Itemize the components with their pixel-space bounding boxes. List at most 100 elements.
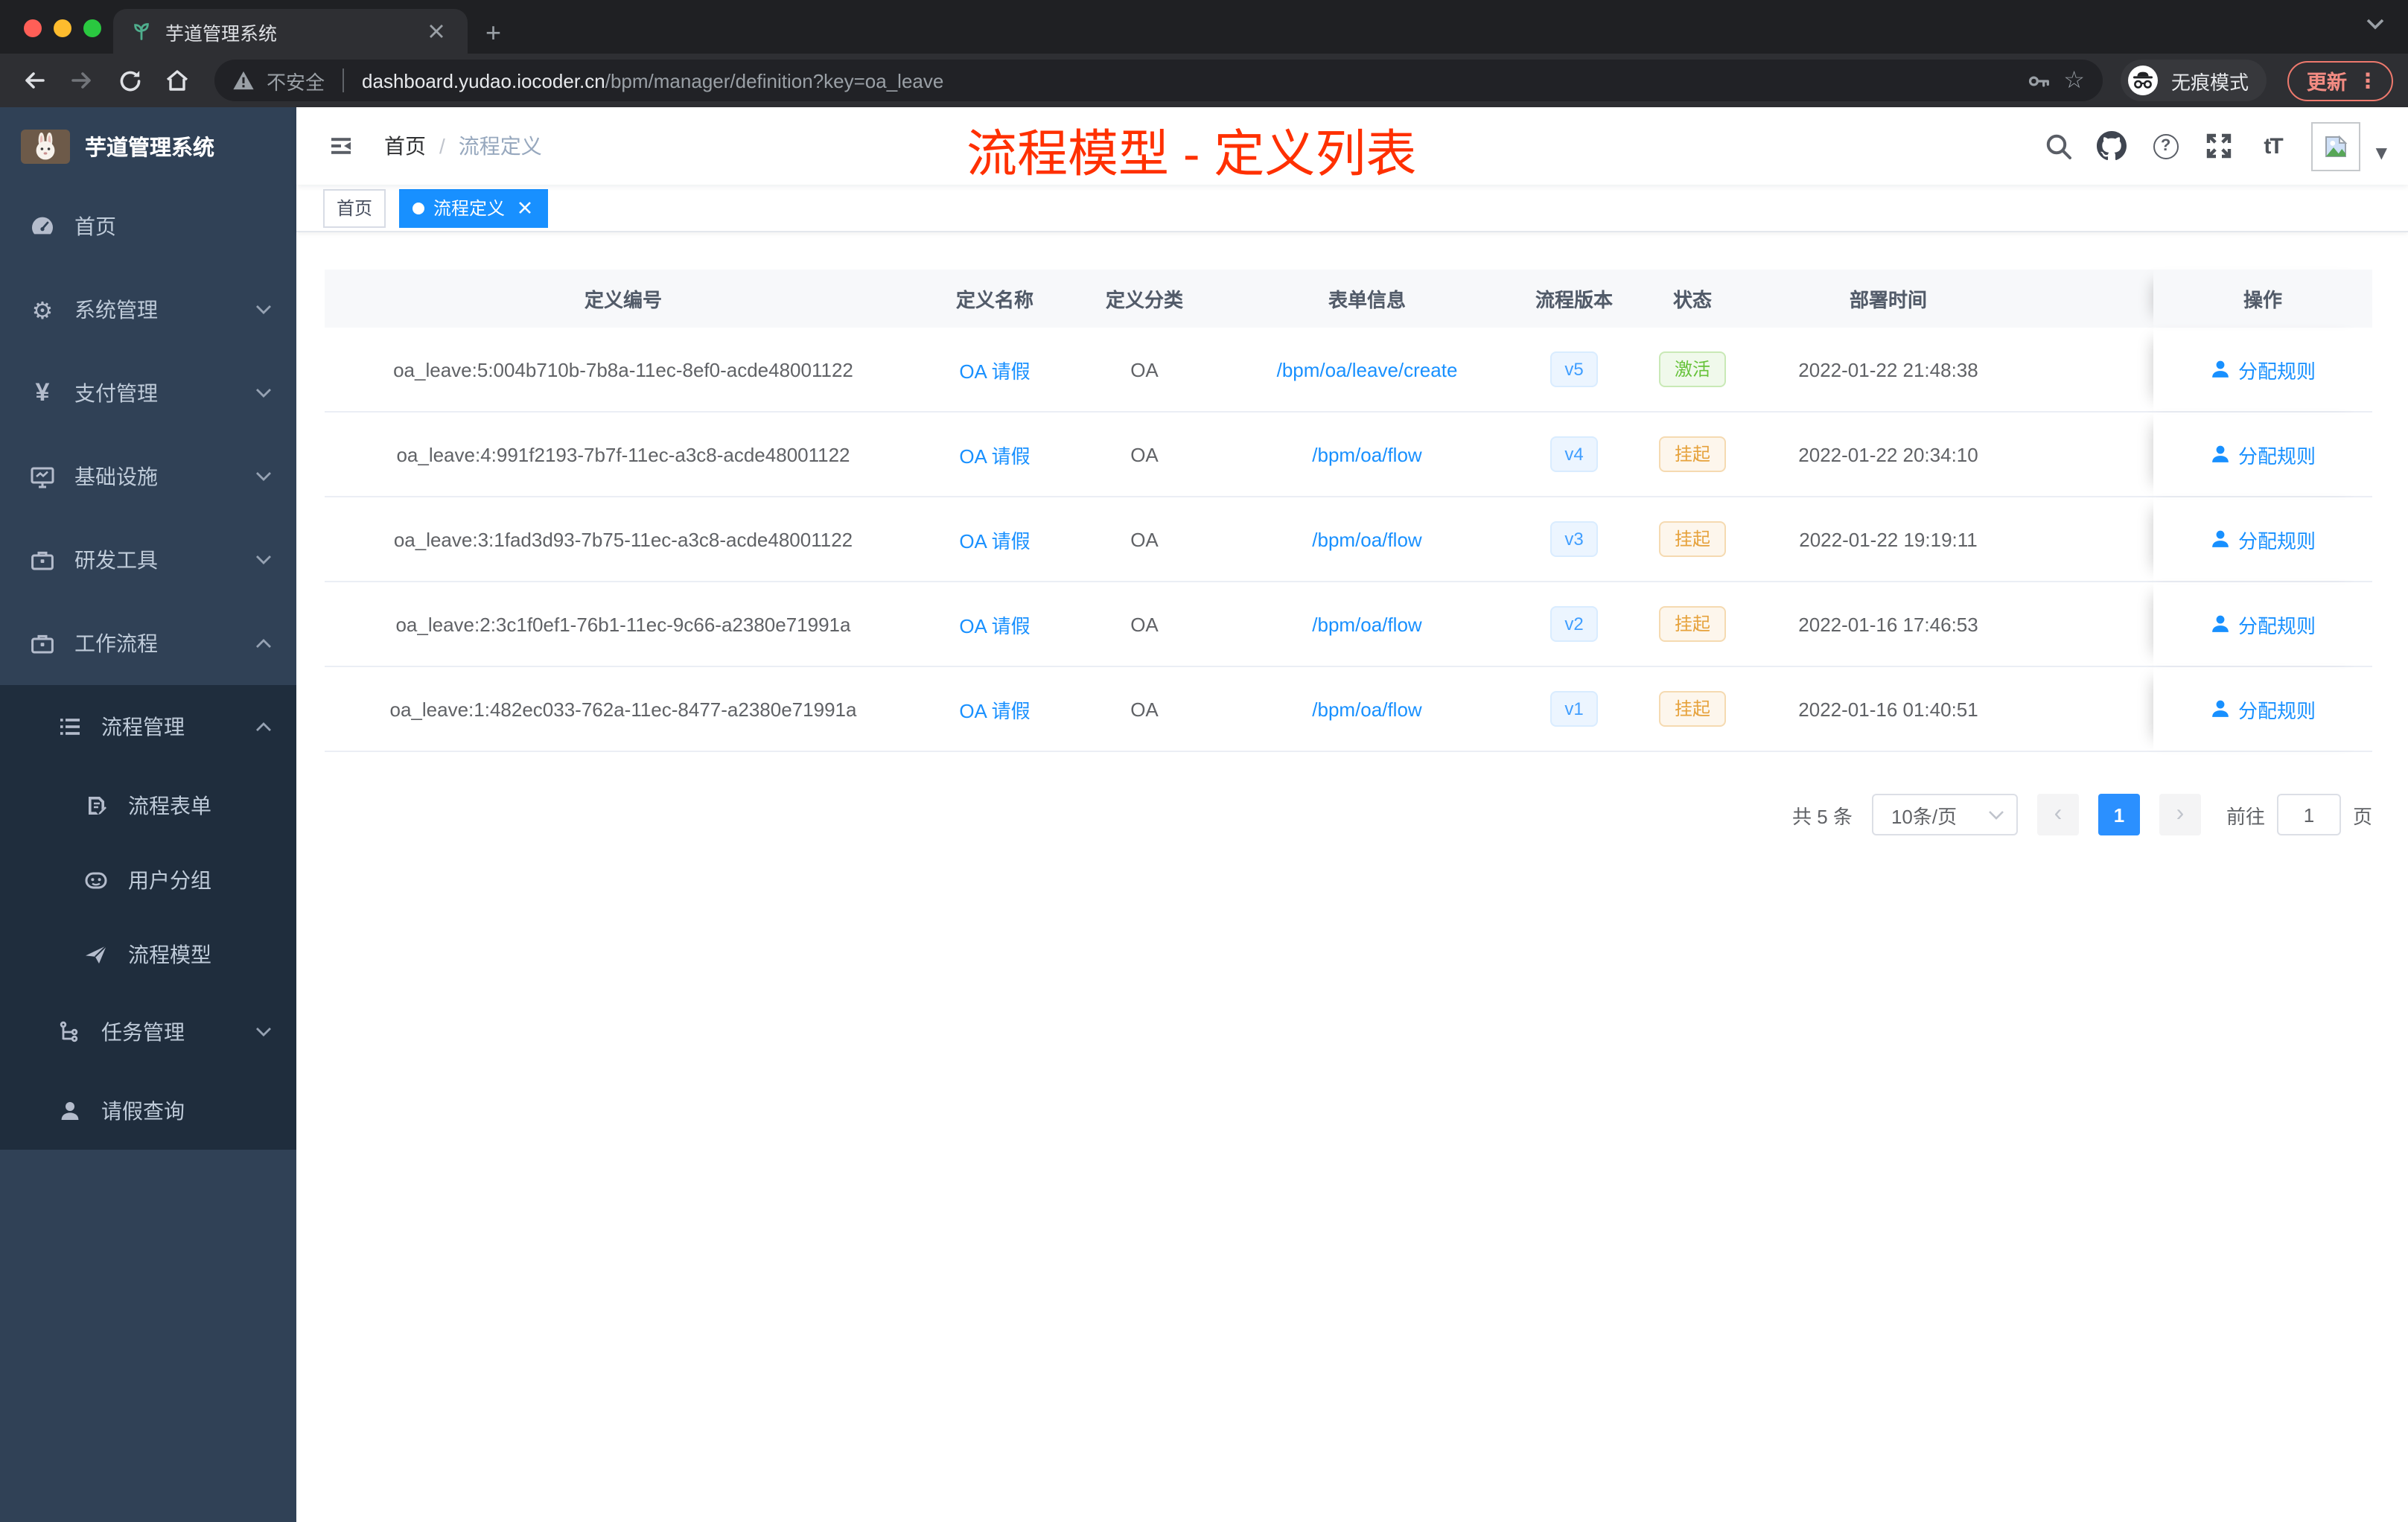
address-bar[interactable]: 不安全 dashboard.yudao.iocoder.cn/bpm/manag… [214, 60, 2103, 101]
app-title: 芋道管理系统 [85, 136, 214, 160]
warning-triangle-icon[interactable] [232, 70, 255, 91]
tab-close-icon[interactable] [429, 24, 453, 39]
toolbox-icon [30, 547, 55, 573]
form-link[interactable]: /bpm/oa/flow [1312, 443, 1421, 465]
browser-menu-icon[interactable]: ⋮ [2357, 68, 2378, 93]
tag-label: 流程定义 [433, 198, 506, 219]
search-icon[interactable] [2044, 131, 2074, 161]
definition-name-link[interactable]: OA 请假 [959, 614, 1030, 637]
prev-page-button[interactable]: ‹ [2036, 794, 2079, 835]
definition-name-link[interactable]: OA 请假 [959, 360, 1030, 382]
sidebar-item-leave-query[interactable]: 请假查询 [0, 1071, 296, 1150]
reload-button[interactable] [110, 61, 149, 100]
form-link[interactable]: /bpm/oa/flow [1312, 698, 1421, 720]
window-minimize-button[interactable] [54, 19, 71, 37]
incognito-label: 无痕模式 [2170, 71, 2249, 93]
assign-rule-button[interactable]: 分配规则 [2210, 610, 2316, 638]
font-size-icon[interactable]: tT [2258, 131, 2288, 161]
sidebar-item-payment[interactable]: ¥ 支付管理 [0, 351, 296, 435]
url-text[interactable]: dashboard.yudao.iocoder.cn/bpm/manager/d… [362, 69, 2014, 92]
col-header-name: 定义名称 [955, 289, 1033, 311]
user-avatar[interactable] [2311, 121, 2361, 171]
github-icon[interactable] [2097, 131, 2127, 161]
tab-search-chevron-icon[interactable] [2365, 16, 2386, 31]
list-icon [57, 714, 82, 739]
tag-process-definition[interactable]: 流程定义 [399, 188, 549, 227]
question-circle-icon: ? [2153, 133, 2179, 159]
browser-tab[interactable]: 芋道管理系统 [113, 9, 468, 54]
sidebar-logo-row[interactable]: 芋道管理系统 [0, 107, 296, 185]
breadcrumb: 首页 / 流程定义 [384, 131, 542, 161]
sidebar-item-label: 请假查询 [101, 1098, 185, 1122]
table-row: oa_leave:1:482ec033-762a-11ec-8477-a2380… [325, 667, 2372, 752]
main-area: 首页 / 流程定义 流程模型 - 定义列表 ? tT ▼ 首页 流程定义 定义编… [296, 107, 2408, 1522]
browser-update-button[interactable]: 更新 ⋮ [2287, 60, 2393, 101]
hamburger-icon[interactable] [328, 133, 354, 159]
back-button[interactable] [15, 61, 54, 100]
form-link[interactable]: /bpm/oa/leave/create [1277, 358, 1458, 380]
definition-name-link[interactable]: OA 请假 [959, 699, 1030, 722]
bookmark-star-icon[interactable]: ☆ [2063, 68, 2085, 92]
chevron-down-icon [255, 1025, 273, 1037]
assign-rule-button[interactable]: 分配规则 [2210, 355, 2316, 383]
key-icon[interactable] [2026, 68, 2051, 93]
sidebar-item-devtools[interactable]: 研发工具 [0, 518, 296, 602]
next-page-button[interactable]: › [2159, 794, 2201, 835]
status-badge: 挂起 [1659, 436, 1725, 472]
sidebar-item-label: 支付管理 [74, 381, 158, 405]
definition-id: oa_leave:5:004b710b-7b8a-11ec-8ef0-acde4… [393, 358, 853, 380]
sidebar-item-user-group[interactable]: 用户分组 [0, 843, 296, 917]
forward-button[interactable] [63, 61, 101, 100]
page-unit-label: 页 [2352, 805, 2372, 827]
yen-icon: ¥ [35, 378, 50, 407]
assign-rule-button[interactable]: 分配规则 [2210, 440, 2316, 468]
sidebar-item-process-management[interactable]: 流程管理 [0, 685, 296, 768]
tag-label: 首页 [337, 198, 373, 219]
sidebar-item-task-management[interactable]: 任务管理 [0, 992, 296, 1071]
robot-face-icon [83, 867, 109, 893]
help-icon[interactable]: ? [2151, 131, 2181, 161]
user-bust-icon [2212, 360, 2229, 378]
breadcrumb-home[interactable]: 首页 [384, 131, 426, 161]
fullscreen-icon[interactable] [2205, 131, 2235, 161]
url-host: dashboard.yudao.iocoder.cn [362, 69, 605, 92]
form-link[interactable]: /bpm/oa/flow [1312, 528, 1421, 550]
form-link[interactable]: /bpm/oa/flow [1312, 613, 1421, 635]
sidebar-item-process-model[interactable]: 流程模型 [0, 917, 296, 992]
goto-page-input[interactable] [2276, 794, 2341, 835]
definition-category: OA [1130, 358, 1159, 380]
version-badge: v5 [1550, 351, 1598, 387]
definition-category: OA [1130, 613, 1159, 635]
form-edit-icon [83, 793, 109, 818]
definition-name-link[interactable]: OA 请假 [959, 445, 1030, 467]
tags-view-bar: 首页 流程定义 [296, 185, 2408, 232]
select-caret-icon [1989, 810, 2004, 819]
tag-close-icon[interactable] [514, 197, 535, 218]
window-zoom-button[interactable] [83, 19, 101, 37]
tag-home[interactable]: 首页 [323, 188, 386, 227]
assign-rule-button[interactable]: 分配规则 [2210, 695, 2316, 723]
page-size-select[interactable]: 10条/页 [1871, 794, 2018, 835]
version-badge: v3 [1550, 521, 1598, 557]
app-navbar: 首页 / 流程定义 流程模型 - 定义列表 ? tT ▼ [296, 107, 2408, 185]
caret-down-icon[interactable]: ▼ [2376, 145, 2387, 162]
sidebar-item-label: 系统管理 [74, 298, 158, 322]
user-bust-icon [2212, 615, 2229, 632]
current-page-button[interactable]: 1 [2098, 794, 2140, 835]
sidebar-item-workflow[interactable]: 工作流程 [0, 602, 296, 685]
new-tab-button[interactable]: + [485, 19, 501, 46]
sidebar-item-process-form[interactable]: 流程表单 [0, 768, 296, 843]
goto-label: 前往 [2226, 805, 2265, 827]
col-header-category: 定义分类 [1105, 289, 1183, 311]
assign-rule-button[interactable]: 分配规则 [2210, 525, 2316, 553]
sidebar-item-home[interactable]: 首页 [0, 185, 296, 268]
window-close-button[interactable] [24, 19, 42, 37]
app-logo-avatar [21, 129, 70, 163]
sidebar-item-system[interactable]: ⚙ 系统管理 [0, 268, 296, 351]
url-divider [343, 69, 345, 92]
sidebar-item-infrastructure[interactable]: 基础设施 [0, 435, 296, 518]
user-bust-icon [2212, 700, 2229, 717]
home-button[interactable] [158, 61, 197, 100]
definition-name-link[interactable]: OA 请假 [959, 529, 1030, 552]
monitor-icon [30, 464, 55, 489]
